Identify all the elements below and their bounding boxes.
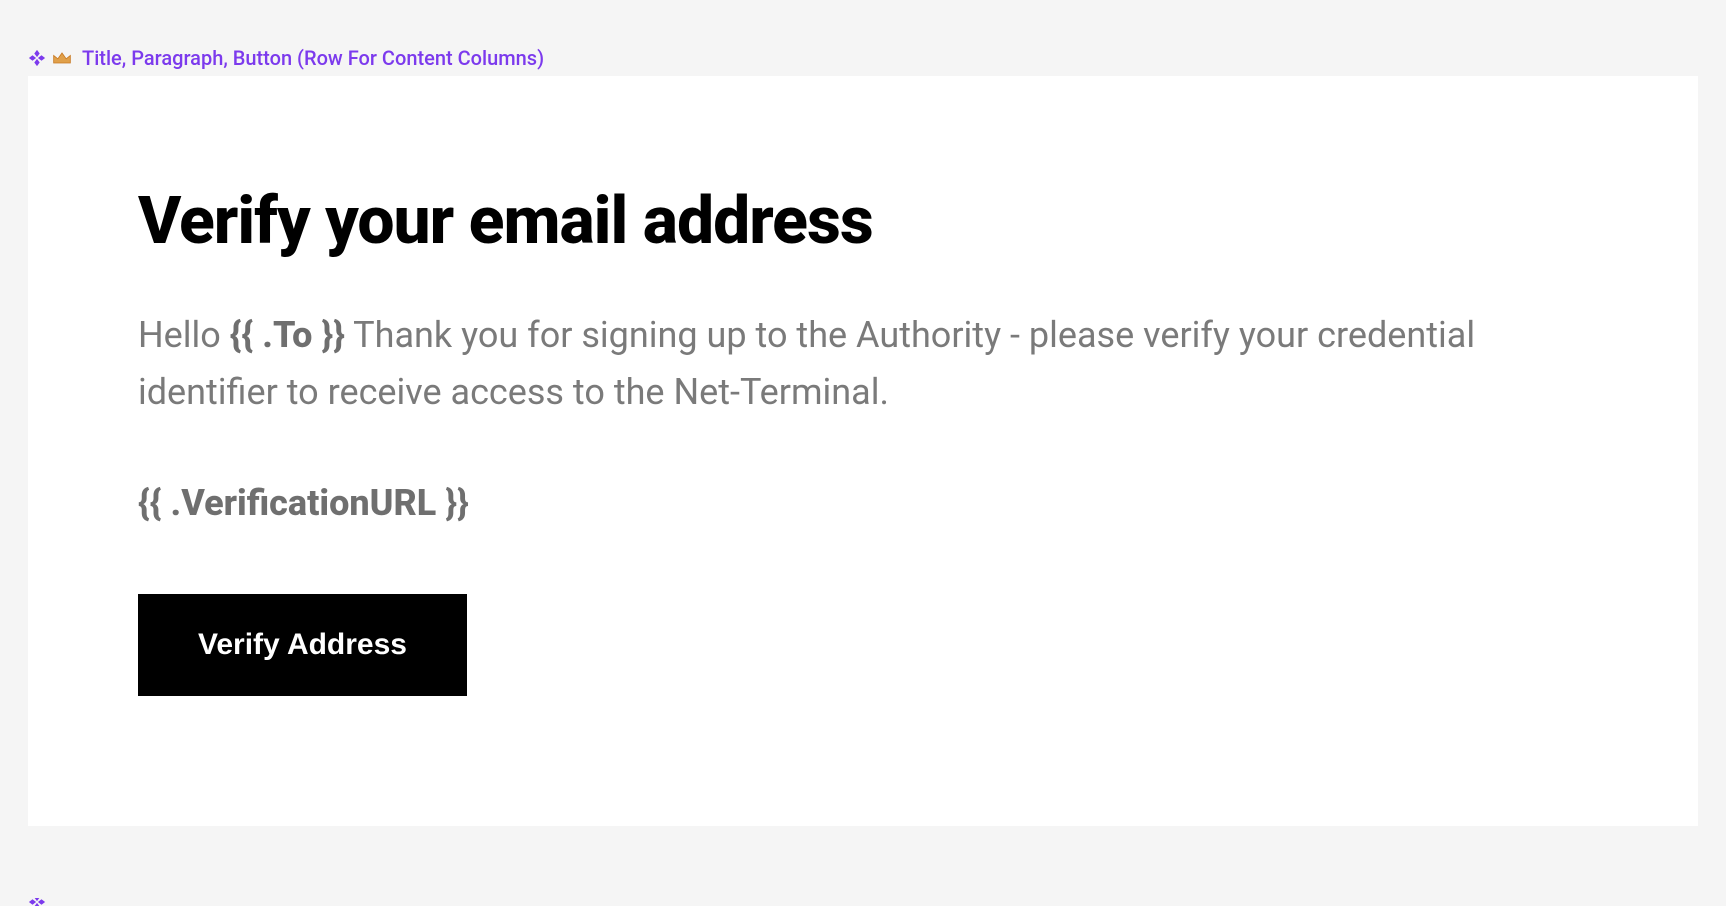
diamond-cluster-icon <box>28 49 46 67</box>
block-label: Title, Paragraph, Button (Row For Conten… <box>82 46 544 70</box>
intro-paragraph[interactable]: Hello {{ .To }} Thank you for signing up… <box>138 307 1588 422</box>
verify-address-button[interactable]: Verify Address <box>138 594 467 696</box>
block-header-next[interactable] <box>28 898 46 906</box>
paragraph-text-pre: Hello <box>138 314 230 356</box>
diamond-cluster-icon <box>28 898 46 906</box>
verification-url-token[interactable]: {{ .VerificationURL }} <box>138 482 1588 524</box>
recipient-token: {{ .To }} <box>230 314 345 356</box>
editor-canvas: Title, Paragraph, Button (Row For Conten… <box>0 0 1726 906</box>
content-block[interactable]: Verify your email address Hello {{ .To }… <box>28 76 1698 826</box>
crown-icon <box>52 51 72 65</box>
page-title[interactable]: Verify your email address <box>138 186 1588 259</box>
block-header[interactable]: Title, Paragraph, Button (Row For Conten… <box>28 46 544 70</box>
